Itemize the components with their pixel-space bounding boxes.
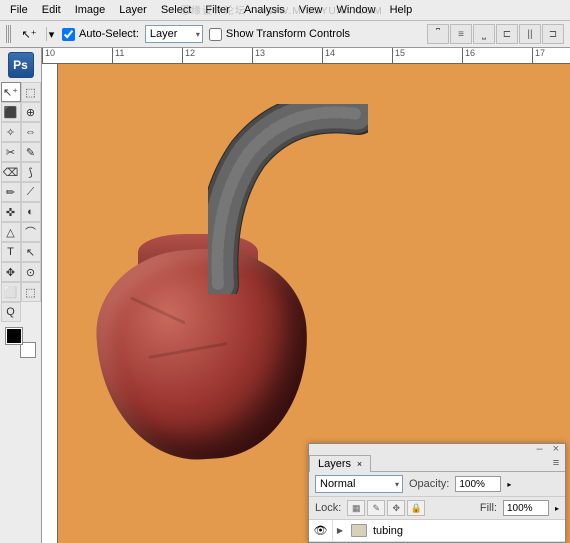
menu-layer[interactable]: Layer — [113, 2, 153, 18]
magic-wand-tool[interactable]: ✧ — [1, 122, 21, 142]
hand-tool[interactable]: ⬜ — [1, 282, 21, 302]
tab-close-icon[interactable]: × — [357, 459, 362, 469]
zoom-tool[interactable]: ⊙ — [21, 262, 41, 282]
layer-name[interactable]: tubing — [371, 525, 403, 537]
lock-position-icon[interactable]: ✥ — [387, 500, 405, 516]
auto-select-mode-dropdown[interactable]: Layer ▾ — [145, 25, 203, 43]
lock-transparent-icon[interactable]: ▦ — [347, 500, 365, 516]
fill-flyout-icon[interactable]: ▸ — [555, 504, 559, 513]
lock-label: Lock: — [315, 502, 341, 514]
eraser-tool[interactable]: ⌫ — [1, 162, 21, 182]
align-buttons: ⎴ ≡ ⎵ ⊏ || ⊐ — [427, 24, 564, 44]
opacity-flyout-icon[interactable]: ▸ — [507, 480, 511, 489]
fill-label: Fill: — [480, 502, 497, 514]
show-transform-checkbox[interactable]: Show Transform Controls — [209, 28, 350, 41]
type-tool[interactable]: T — [1, 242, 21, 262]
horizontal-ruler[interactable]: 10 11 12 13 14 15 16 17 — [42, 48, 570, 64]
toolbox: ↖⁺ ⬚ ⬛ ⊕ ✧ ⇔ ✂ ✎ ⌫ ⟆ ✏ ⟋ ✜ ◐ △ ⌒ T ↖ ✥ ⊙… — [1, 82, 41, 322]
ruler-tick: 12 — [182, 48, 195, 63]
dodge-tool[interactable]: ◐ — [21, 202, 41, 222]
ruler-tick: 17 — [532, 48, 545, 63]
auto-select-label: Auto-Select: — [79, 28, 139, 40]
align-hcenter-icon[interactable]: || — [519, 24, 541, 44]
folder-icon — [351, 524, 367, 537]
smudge-tool[interactable]: ✜ — [1, 202, 21, 222]
fill-input[interactable]: 100% — [503, 500, 549, 516]
menu-edit[interactable]: Edit — [36, 2, 67, 18]
panel-minimize-icon[interactable]: – — [536, 443, 542, 455]
auto-select-input[interactable] — [62, 28, 75, 41]
group-toggle-icon[interactable]: ▶ — [333, 526, 347, 535]
align-top-icon[interactable]: ⎴ — [427, 24, 449, 44]
options-bar: ↖⁺ ▾ Auto-Select: Layer ▾ Show Transform… — [0, 20, 570, 48]
move-tool-icon: ↖⁺ — [18, 25, 40, 43]
layers-tab-label: Layers — [318, 458, 351, 470]
foreground-swatch[interactable] — [6, 328, 22, 344]
background-swatch[interactable] — [20, 342, 36, 358]
watermark: 思缘设计论坛 · WWW.MISSYUAN.COM — [180, 2, 383, 17]
crop-tool[interactable]: ⇔ — [21, 122, 41, 142]
opacity-label: Opacity: — [409, 478, 449, 490]
chevron-down-icon: ▾ — [395, 480, 399, 489]
layer-row[interactable]: 👁 ▶ tubing — [309, 520, 565, 542]
opacity-input[interactable]: 100% — [455, 476, 501, 492]
notes-tool[interactable]: ⬚ — [21, 282, 41, 302]
quick-select-tool[interactable]: ⊕ — [21, 102, 41, 122]
brush-tool[interactable]: ⟆ — [21, 162, 41, 182]
align-right-icon[interactable]: ⊐ — [542, 24, 564, 44]
show-transform-label: Show Transform Controls — [226, 28, 350, 40]
path-select-tool[interactable]: ⌒ — [21, 222, 41, 242]
visibility-eye-icon[interactable]: 👁 — [309, 520, 333, 541]
healing-brush-tool[interactable]: ✎ — [21, 142, 41, 162]
lock-image-icon[interactable]: ✎ — [367, 500, 385, 516]
auto-select-mode-value: Layer — [150, 28, 178, 40]
blend-mode-value: Normal — [320, 478, 355, 490]
blend-mode-dropdown[interactable]: Normal ▾ — [315, 475, 403, 493]
tubing-artwork — [208, 104, 368, 294]
align-left-icon[interactable]: ⊏ — [496, 24, 518, 44]
pencil-tool[interactable]: ✏ — [1, 182, 21, 202]
layers-panel[interactable]: – × Layers × ≡ Normal ▾ Opacity: 100% ▸ … — [308, 443, 566, 543]
ruler-tick: 14 — [322, 48, 335, 63]
slice-tool[interactable]: ✂ — [1, 142, 21, 162]
menu-help[interactable]: Help — [384, 2, 419, 18]
color-swatches[interactable] — [6, 328, 36, 358]
ruler-tick: 15 — [392, 48, 405, 63]
panel-menu-icon[interactable]: ≡ — [547, 454, 565, 471]
lasso-tool[interactable]: ⬛ — [1, 102, 21, 122]
ruler-tick: 10 — [42, 48, 55, 63]
photoshop-logo-icon[interactable]: Ps — [8, 52, 34, 78]
pen-tool[interactable]: △ — [1, 222, 21, 242]
align-vcenter-icon[interactable]: ≡ — [450, 24, 472, 44]
grip-icon[interactable] — [6, 25, 12, 43]
ruler-tick: 13 — [252, 48, 265, 63]
marquee-tool[interactable]: ⬚ — [21, 82, 41, 102]
left-rail: Ps ↖⁺ ⬚ ⬛ ⊕ ✧ ⇔ ✂ ✎ ⌫ ⟆ ✏ ⟋ ✜ ◐ △ ⌒ T ↖ … — [0, 48, 42, 543]
layers-tab[interactable]: Layers × — [309, 455, 371, 472]
quickmask-tool[interactable]: Q — [1, 302, 21, 322]
lock-all-icon[interactable]: 🔒 — [407, 500, 425, 516]
menu-file[interactable]: File — [4, 2, 34, 18]
ruler-tick: 16 — [462, 48, 475, 63]
show-transform-input[interactable] — [209, 28, 222, 41]
ruler-tick: 11 — [112, 48, 124, 63]
chevron-down-icon: ▾ — [196, 30, 200, 39]
direct-select-tool[interactable]: ↖ — [21, 242, 41, 262]
menu-image[interactable]: Image — [69, 2, 112, 18]
auto-select-checkbox[interactable]: Auto-Select: — [62, 28, 139, 41]
align-bottom-icon[interactable]: ⎵ — [473, 24, 495, 44]
vertical-ruler[interactable] — [42, 64, 58, 543]
tool-preset-arrow[interactable]: ▾ — [46, 27, 56, 41]
shape-tool[interactable]: ✥ — [1, 262, 21, 282]
clone-stamp-tool[interactable]: ⟋ — [21, 182, 41, 202]
move-tool[interactable]: ↖⁺ — [1, 82, 21, 102]
